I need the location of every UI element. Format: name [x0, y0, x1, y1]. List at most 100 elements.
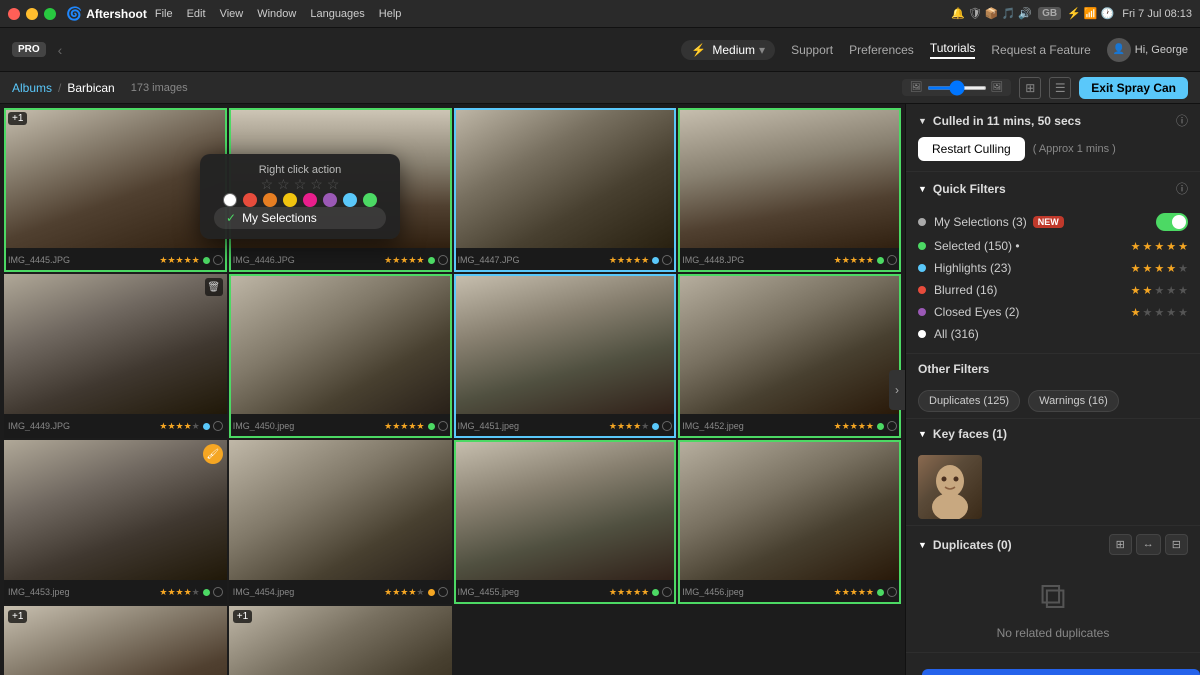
close-button[interactable]	[8, 8, 20, 20]
zoom-slider[interactable]: 🖼 🖼	[902, 79, 1011, 96]
filter-label: Blurred (16)	[934, 283, 1123, 297]
duplicates-title: Duplicates (0)	[933, 538, 1012, 552]
exit-spray-button[interactable]: Exit Spray Can	[1079, 77, 1188, 99]
filter-closed-eyes[interactable]: Closed Eyes (2) ★ ★ ★ ★ ★	[918, 301, 1188, 323]
filter-all[interactable]: All (316)	[918, 323, 1188, 345]
qf-info-button[interactable]: ⓘ	[1176, 180, 1188, 197]
photo-meta: IMG_4456.jpeg ★★★★★	[678, 580, 901, 604]
culled-collapse-arrow[interactable]: ▼	[918, 116, 927, 126]
minimize-button[interactable]	[26, 8, 38, 20]
menu-bar: File Edit View Window Languages Help	[155, 8, 402, 20]
menu-window[interactable]: Window	[257, 8, 296, 20]
photo-item[interactable]: 🗑 IMG_4449.JPG ★★★★★	[4, 274, 227, 438]
photo-item[interactable]: IMG_4450.jpeg ★★★★★	[229, 274, 452, 438]
gallery[interactable]: Right click action ☆ ☆ ☆ ☆ ☆ ✓ My Sel	[0, 104, 905, 675]
menu-view[interactable]: View	[220, 8, 244, 20]
my-selections-toggle[interactable]	[1156, 213, 1188, 231]
photo-overlay: +1	[4, 108, 227, 129]
menu-languages[interactable]: Languages	[310, 8, 364, 20]
medium-selector[interactable]: ⚡ Medium ▾	[681, 40, 775, 60]
select-circle[interactable]	[438, 255, 448, 265]
my-selections-option[interactable]: ✓ My Selections	[214, 207, 386, 229]
photo-item[interactable]: 🖌 IMG_4453.jpeg ★★★★★	[4, 440, 227, 604]
dup-list-button[interactable]: ↔	[1136, 534, 1161, 555]
photo-item[interactable]: +1 IMG_4458.jpeg ★★★★★	[229, 606, 452, 675]
color-white[interactable]	[223, 193, 237, 207]
photo-item[interactable]: +1 IMG_4457.jpeg ★★★★★	[4, 606, 227, 675]
expand-sidebar-button[interactable]: ›	[889, 370, 905, 410]
select-circle[interactable]	[662, 587, 672, 597]
photo-item[interactable]: IMG_4454.jpeg ★★★★★	[229, 440, 452, 604]
select-circle[interactable]	[438, 421, 448, 431]
photo-meta-right: ★★★★★	[159, 255, 222, 266]
export-button[interactable]: Export 173 Photos	[922, 669, 1200, 675]
color-pink[interactable]	[303, 193, 317, 207]
photo-name: IMG_4448.JPG	[682, 255, 744, 265]
request-link[interactable]: Request a Feature	[991, 43, 1090, 57]
photo-item[interactable]: IMG_4451.jpeg ★★★★★	[454, 274, 677, 438]
quick-filters-content: My Selections (3) NEW Selected (150) • ★…	[906, 205, 1200, 353]
spray-star-1[interactable]: ☆	[261, 176, 274, 193]
duplicates-section: ▼ Duplicates (0) ⊞ ↔ ⊟ ⧉ No related dupl…	[906, 526, 1200, 653]
select-circle[interactable]	[213, 255, 223, 265]
filter-stars: ★ ★ ★ ★ ★	[1131, 240, 1188, 253]
select-circle[interactable]	[438, 587, 448, 597]
select-circle[interactable]	[662, 421, 672, 431]
filter-blurred[interactable]: Blurred (16) ★ ★ ★ ★ ★	[918, 279, 1188, 301]
menu-edit[interactable]: Edit	[187, 8, 206, 20]
no-duplicates-icon: ⧉	[1040, 575, 1066, 618]
photo-item[interactable]: IMG_4448.JPG ★★★★★	[678, 108, 901, 272]
color-green[interactable]	[363, 193, 377, 207]
color-purple[interactable]	[323, 193, 337, 207]
dup-sort-button[interactable]: ⊟	[1165, 534, 1188, 555]
photo-overlay: +1	[229, 606, 452, 627]
grid-view-button[interactable]: ⊞	[1019, 77, 1041, 99]
select-circle[interactable]	[887, 421, 897, 431]
warnings-filter-tag[interactable]: Warnings (16)	[1028, 390, 1119, 412]
photo-meta: IMG_4446.JPG ★★★★★	[229, 248, 452, 272]
color-yellow[interactable]	[283, 193, 297, 207]
color-orange[interactable]	[263, 193, 277, 207]
key-faces-header[interactable]: ▼ Key faces (1)	[906, 419, 1200, 449]
photo-item[interactable]: IMG_4456.jpeg ★★★★★	[678, 440, 901, 604]
zoom-range[interactable]	[927, 86, 987, 90]
restart-culling-button[interactable]: Restart Culling	[918, 137, 1025, 161]
breadcrumb-parent[interactable]: Albums	[12, 81, 52, 95]
filter-selected[interactable]: Selected (150) • ★ ★ ★ ★ ★	[918, 235, 1188, 257]
preferences-link[interactable]: Preferences	[849, 43, 914, 57]
spray-star-4[interactable]: ☆	[310, 176, 323, 193]
select-circle[interactable]	[213, 421, 223, 431]
nav-chevron-left[interactable]: ‹	[58, 42, 63, 58]
select-circle[interactable]	[213, 587, 223, 597]
select-circle[interactable]	[887, 255, 897, 265]
tutorials-link[interactable]: Tutorials	[930, 41, 976, 59]
duplicates-filter-tag[interactable]: Duplicates (125)	[918, 390, 1020, 412]
filter-highlights[interactable]: Highlights (23) ★ ★ ★ ★ ★	[918, 257, 1188, 279]
select-circle[interactable]	[662, 255, 672, 265]
spray-star-5[interactable]: ☆	[327, 176, 340, 193]
quick-filters-header[interactable]: ▼ Quick Filters ⓘ	[906, 172, 1200, 205]
color-red[interactable]	[243, 193, 257, 207]
culled-info-button[interactable]: ⓘ	[1176, 112, 1188, 129]
user-menu[interactable]: 👤 Hi, George	[1107, 38, 1188, 62]
photo-item[interactable]: IMG_4452.jpeg ★★★★★	[678, 274, 901, 438]
photo-item[interactable]: IMG_4455.jpeg ★★★★★	[454, 440, 677, 604]
spray-star-2[interactable]: ☆	[277, 176, 290, 193]
breadcrumb-separator: /	[58, 81, 61, 95]
color-blue[interactable]	[343, 193, 357, 207]
photo-item[interactable]: +1 IMG_4445.JPG ★★★★★	[4, 108, 227, 272]
spray-star-3[interactable]: ☆	[294, 176, 307, 193]
maximize-button[interactable]	[44, 8, 56, 20]
dup-collapse-arrow[interactable]: ▼	[918, 540, 927, 550]
menu-help[interactable]: Help	[379, 8, 402, 20]
select-circle[interactable]	[887, 587, 897, 597]
star-4: ★	[1166, 240, 1176, 253]
filter-my-selections[interactable]: My Selections (3) NEW	[918, 209, 1188, 235]
photo-item[interactable]: IMG_4447.JPG ★★★★★	[454, 108, 677, 272]
support-link[interactable]: Support	[791, 43, 833, 57]
menu-file[interactable]: File	[155, 8, 173, 20]
face-thumbnail[interactable]	[918, 455, 982, 519]
delete-icon[interactable]: 🗑	[205, 278, 223, 296]
dup-grid-button[interactable]: ⊞	[1109, 534, 1132, 555]
list-view-button[interactable]: ☰	[1049, 77, 1071, 99]
